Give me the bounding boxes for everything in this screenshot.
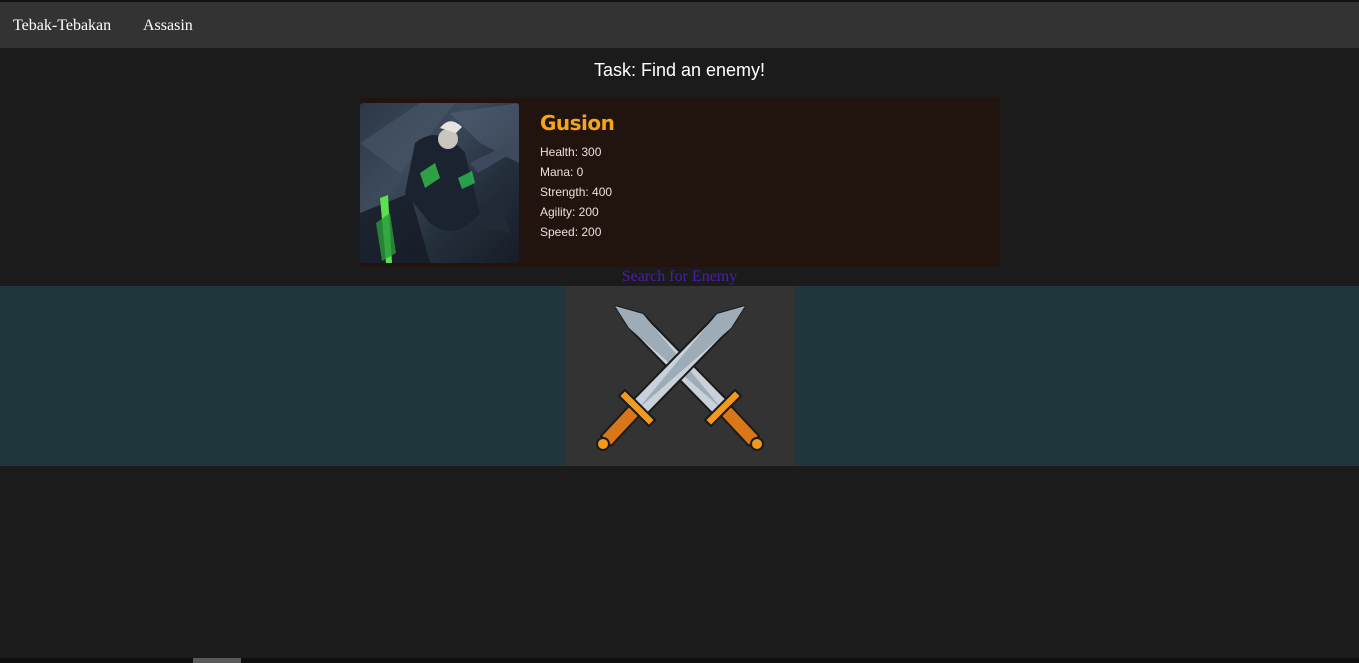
search-enemy-link[interactable]: Search for Enemy	[0, 268, 1359, 286]
stat-strength: Strength: 400	[540, 185, 613, 199]
stat-health: Health: 300	[540, 145, 602, 159]
nav-link-assasin[interactable]: Assasin	[143, 17, 193, 35]
stat-agility: Agility: 200	[540, 205, 599, 219]
top-nav-bar: Tebak-Tebakan Assasin	[0, 2, 1359, 48]
hero-name: Gusion	[540, 111, 615, 135]
hero-portrait-image	[360, 103, 519, 263]
hero-portrait-art	[360, 103, 519, 263]
hero-info: Gusion Health: 300 Mana: 0 Strength: 400…	[540, 110, 615, 242]
nav-link-tebak-tebakan[interactable]: Tebak-Tebakan	[13, 17, 111, 35]
battle-area	[0, 286, 1359, 466]
scrollbar-thumb[interactable]	[193, 658, 241, 663]
battle-icon-panel[interactable]	[565, 286, 795, 466]
hero-card: Gusion Health: 300 Mana: 0 Strength: 400…	[360, 98, 1000, 267]
task-title: Task: Find an enemy!	[593, 60, 766, 80]
stat-speed: Speed: 200	[540, 225, 602, 239]
crossed-swords-icon	[596, 305, 764, 451]
stat-mana: Mana: 0	[540, 165, 584, 179]
